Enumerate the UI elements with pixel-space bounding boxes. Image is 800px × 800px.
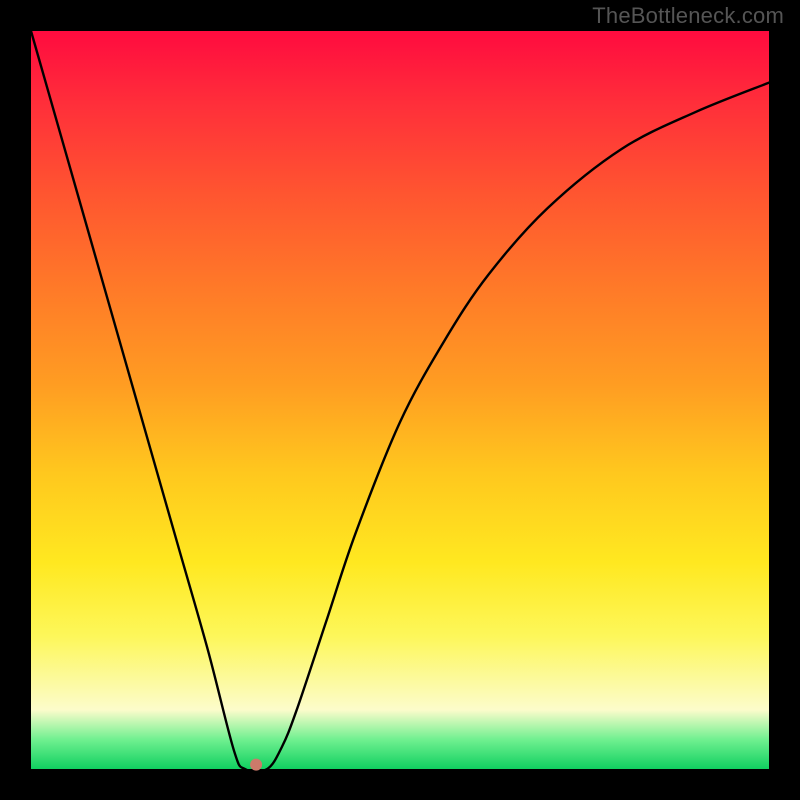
watermark-text: TheBottleneck.com xyxy=(592,3,784,29)
marker-dot xyxy=(250,759,262,771)
bottleneck-curve-svg xyxy=(31,31,769,769)
bottleneck-curve-path xyxy=(31,31,769,772)
chart-plot-area xyxy=(31,31,769,769)
